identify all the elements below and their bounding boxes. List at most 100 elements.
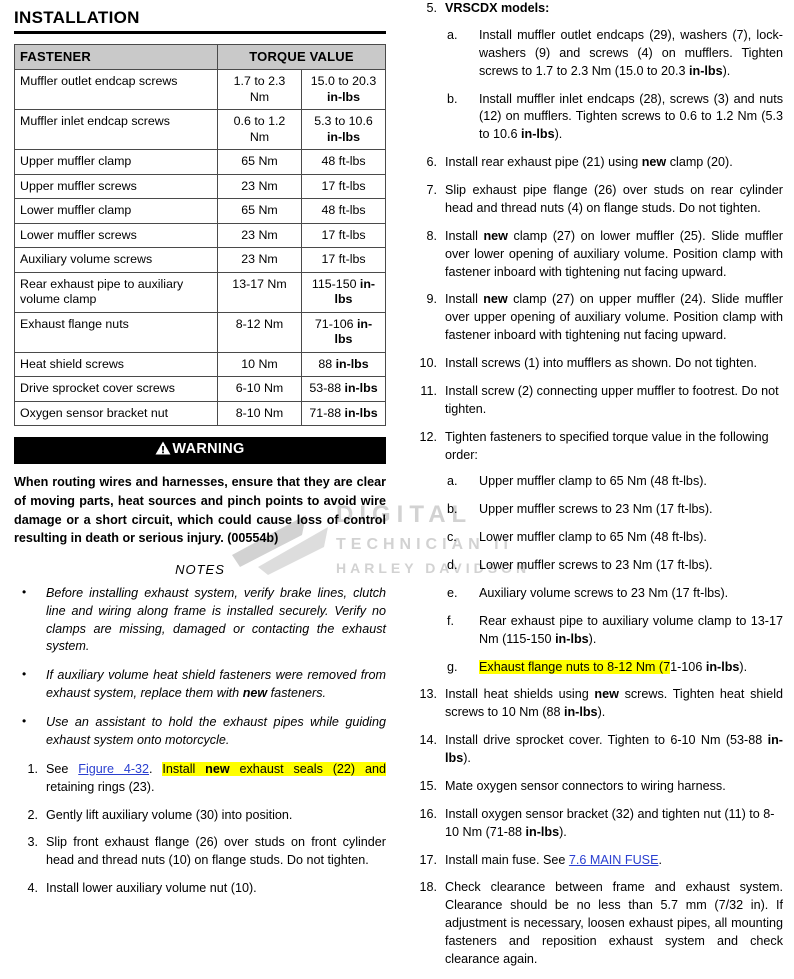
substep-text-2: ).: [739, 659, 748, 674]
list-item-step-8: 8. Install new clamp (27) on lower muffle…: [413, 228, 783, 282]
cell-torque-nm: 1.7 to 2.3 Nm: [217, 69, 302, 111]
cell-torque-nm: 6-10 Nm: [217, 376, 302, 402]
step-text-1: Install drive sprocket cover. Tighten to…: [445, 733, 768, 748]
cell-fastener: Lower muffler clamp: [14, 198, 218, 224]
step-number: 9.: [426, 292, 437, 307]
imperial-unit: in-lbs: [335, 356, 369, 371]
cell-torque-nm: 65 Nm: [217, 149, 302, 175]
table-header-row: FASTENER TORQUE VALUE: [14, 43, 386, 71]
step-number: 8.: [426, 228, 437, 243]
substep-text-1: Rear exhaust pipe to auxiliary volume cl…: [479, 613, 783, 646]
list-item-step-18: 18. Check clearance between frame and exh…: [413, 879, 783, 968]
emphasis-new: new: [641, 155, 667, 170]
imperial-value: 71-88: [309, 405, 345, 420]
note-item: Before installing exhaust system, verify…: [14, 584, 386, 657]
figure-link[interactable]: Figure 4-32: [78, 762, 149, 776]
notes-heading: NOTES: [175, 561, 225, 577]
list-item-step-1: 1. See Figure 4-32. Install new exhaust s…: [14, 761, 386, 797]
cell-fastener: Rear exhaust pipe to auxiliary volume cl…: [14, 271, 218, 313]
cell-torque-nm: 8-12 Nm: [217, 311, 302, 353]
unit-bold: in-lbs: [563, 705, 598, 720]
main-fuse-link[interactable]: 7.6 MAIN FUSE: [569, 853, 659, 867]
list-item-step-4: 4. Install lower auxiliary volume nut (10…: [14, 880, 386, 898]
page-title: INSTALLATION: [14, 8, 140, 27]
list-item-step-6: 6. Install rear exhaust pipe (21) using n…: [413, 154, 783, 172]
cell-fastener: Upper muffler clamp: [14, 149, 218, 175]
list-item-step-15: 15. Mate oxygen sensor connectors to wiri…: [413, 778, 783, 796]
step-number: 14.: [419, 733, 437, 748]
step-text-1: Install: [445, 292, 484, 307]
cell-torque-imperial: 48 ft-lbs: [301, 198, 386, 224]
unit-bold: in-lbs: [689, 63, 723, 78]
note-item: If auxiliary volume heat shield fastener…: [14, 666, 386, 703]
cell-torque-imperial: 88 in-lbs: [301, 351, 386, 378]
imperial-value: 48 ft-lbs: [321, 203, 366, 218]
list-item-step-17: 17. Install main fuse. See 7.6 MAIN FUSE.: [413, 852, 783, 870]
substep-letter: g.: [447, 659, 458, 674]
cell-torque-nm: 23 Nm: [217, 222, 302, 249]
step-number: 7.: [426, 183, 437, 197]
emphasis-new: new: [483, 228, 508, 243]
step-text-1: Install heat shields using: [445, 687, 595, 702]
torque-value-table: FASTENER TORQUE VALUE Muffler outlet end…: [14, 43, 386, 427]
step-number: 13.: [419, 687, 437, 702]
step-number: 1.: [27, 761, 38, 776]
imperial-value: 71-106: [314, 316, 357, 331]
left-column: INSTALLATION FASTENER TORQUE VALUE Muffl…: [14, 0, 386, 908]
step-text-1: Install oxygen sensor bracket (32) and t…: [445, 806, 775, 839]
step-number: 12.: [419, 429, 437, 444]
imperial-value: 88: [318, 356, 336, 371]
right-column: 5. VRSCDX models: a. Install muffler outle…: [413, 0, 783, 979]
imperial-value: 17 ft-lbs: [321, 178, 366, 193]
substep-text-2: ).: [588, 631, 597, 646]
list-item-step-12: 12. Tighten fasteners to specified torque…: [413, 429, 783, 677]
step-heading: Tighten fasteners to specified torque va…: [445, 429, 769, 462]
substep-list-5: a. Install muffler outlet endcaps (29), w…: [445, 27, 783, 144]
table-body: Muffler outlet endcap screws 1.7 to 2.3 N…: [14, 69, 386, 427]
step-text: Install screw (2) connecting upper muffl…: [445, 383, 779, 416]
imperial-value: 53-88: [309, 381, 345, 396]
emphasis-new: new: [594, 687, 619, 702]
unit-bold: in-lbs: [555, 631, 589, 646]
table-row: Oxygen sensor bracket nut 8-10 Nm 71-88 in…: [14, 400, 386, 427]
cell-fastener: Oxygen sensor bracket nut: [14, 400, 218, 427]
right-procedure-list: 5. VRSCDX models: a. Install muffler outle…: [413, 0, 783, 969]
cell-torque-imperial: 17 ft-lbs: [301, 247, 386, 273]
cell-torque-imperial: 17 ft-lbs: [301, 222, 386, 249]
note-text: If auxiliary volume heat shield fastener…: [46, 668, 386, 701]
list-item-substep: a. Upper muffler clamp to 65 Nm (48 ft-lb…: [445, 473, 783, 491]
imperial-value: 115-150: [311, 276, 360, 291]
table-row: Upper muffler clamp 65 Nm 48 ft-lbs: [14, 149, 386, 175]
list-item-step-16: 16. Install oxygen sensor bracket (32) an…: [413, 806, 783, 842]
imperial-unit: in-lbs: [344, 381, 378, 396]
substep-letter: a.: [447, 474, 458, 489]
warning-triangle-icon: [155, 441, 171, 459]
table-row: Upper muffler screws 23 Nm 17 ft-lbs: [14, 173, 386, 200]
list-item-substep-b: b. Install muffler inlet endcaps (28), sc…: [445, 91, 783, 145]
table-header: FASTENER TORQUE VALUE: [14, 43, 386, 71]
highlighted-text: Exhaust flange nuts to 8-12 Nm (7: [479, 659, 671, 674]
unit-bold: in-lbs: [705, 659, 740, 674]
list-item-substep-a: a. Install muffler outlet endcaps (29), w…: [445, 27, 783, 81]
cell-torque-nm: 13-17 Nm: [217, 271, 302, 313]
list-item-step-9: 9. Install new clamp (27) on upper muffle…: [413, 291, 783, 345]
emphasis-new: new: [205, 761, 230, 776]
imperial-value: 17 ft-lbs: [321, 252, 366, 267]
emphasis-new: new: [483, 292, 508, 307]
column-header-fastener: FASTENER: [14, 43, 218, 71]
step-text: Slip front exhaust flange (26) over stud…: [46, 835, 386, 868]
step-number: 4.: [27, 881, 38, 896]
step-number: 18.: [419, 880, 437, 895]
substep-letter: e.: [447, 585, 458, 600]
list-item-step-14: 14. Install drive sprocket cover. Tighten…: [413, 732, 783, 768]
table-row: Heat shield screws 10 Nm 88 in-lbs: [14, 351, 386, 378]
step-text: Check clearance between frame and exhaus…: [445, 880, 783, 966]
substep-letter: c.: [447, 530, 457, 545]
substep-letter: b.: [447, 502, 458, 517]
cell-torque-imperial: 48 ft-lbs: [301, 149, 386, 175]
cell-torque-nm: 8-10 Nm: [217, 400, 302, 427]
list-item-substep: d. Lower muffler screws to 23 Nm (17 ft-l…: [445, 557, 783, 575]
substep-text: Auxiliary volume screws to 23 Nm (17 ft-…: [479, 585, 729, 600]
step-text: Mate oxygen sensor connectors to wiring …: [445, 778, 726, 793]
list-item-substep: e. Auxiliary volume screws to 23 Nm (17 f…: [445, 585, 783, 603]
